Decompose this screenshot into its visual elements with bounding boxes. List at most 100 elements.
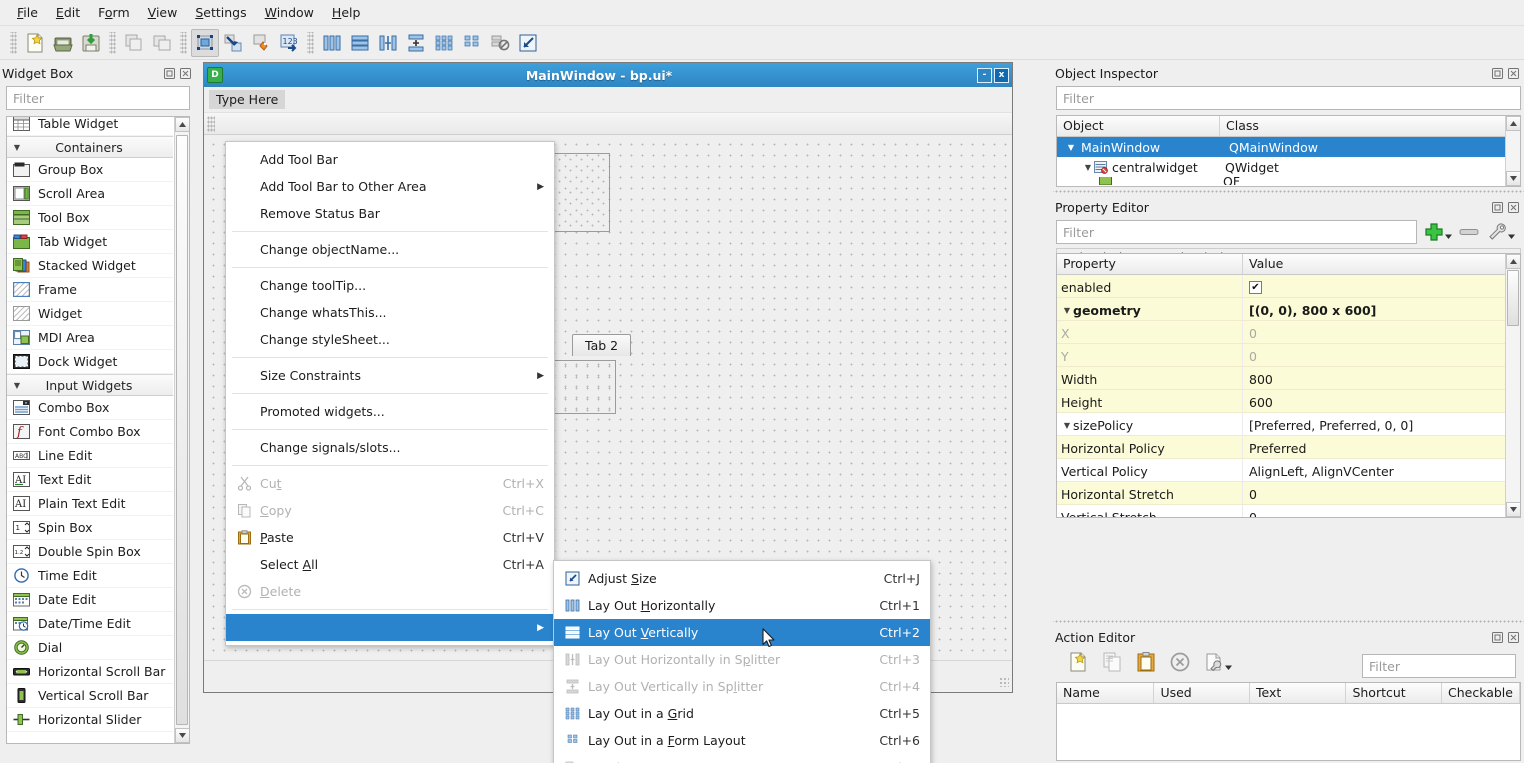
property-editor-table[interactable]: Property Value enabled ✔ ▼ geometry [(0,… bbox=[1056, 253, 1521, 518]
toolbar-grip-3[interactable] bbox=[180, 32, 187, 54]
toolbar-grip-2[interactable] bbox=[109, 32, 116, 54]
object-inspector-scrollbar[interactable] bbox=[1505, 116, 1520, 186]
menu-item-select-all[interactable]: Select All Ctrl+A bbox=[226, 551, 554, 578]
submenu-item-lay-out-in-a-form-layout[interactable]: Lay Out in a Form Layout Ctrl+6 bbox=[554, 727, 930, 754]
menu-view[interactable]: View bbox=[139, 2, 187, 23]
submenu-item-lay-out-horizontally[interactable]: Lay Out Horizontally Ctrl+1 bbox=[554, 592, 930, 619]
widget-item-scroll-area[interactable]: Scroll Area bbox=[7, 182, 173, 206]
scrollbar-thumb[interactable] bbox=[176, 135, 188, 725]
widget-category-containers[interactable]: ▼ Containers bbox=[7, 136, 173, 158]
property-row-width[interactable]: Width 800 bbox=[1057, 367, 1520, 390]
widget-item-tool-box[interactable]: Tool Box bbox=[7, 206, 173, 230]
widget-item-table-widget[interactable]: Table Widget bbox=[7, 116, 173, 136]
object-inspector-filter-input[interactable]: Filter bbox=[1056, 86, 1521, 110]
float-icon[interactable] bbox=[1491, 631, 1504, 644]
widget-item-combo-box[interactable]: Combo Box bbox=[7, 396, 173, 420]
widget-item-text-edit[interactable]: AI Text Edit bbox=[7, 468, 173, 492]
property-value[interactable]: AlignLeft, AlignVCenter bbox=[1243, 459, 1520, 481]
widget-item-dial[interactable]: Dial bbox=[7, 636, 173, 660]
property-row-height[interactable]: Height 600 bbox=[1057, 390, 1520, 413]
widget-item-group-box[interactable]: Group Box bbox=[7, 158, 173, 182]
type-here-placeholder[interactable]: Type Here bbox=[209, 90, 285, 109]
widget-item-tab-widget[interactable]: Tab Widget bbox=[7, 230, 173, 254]
column-header-shortcut[interactable]: Shortcut bbox=[1346, 683, 1442, 703]
chevron-down-icon[interactable]: ▼ bbox=[1061, 421, 1073, 430]
widget-item-date-edit[interactable]: Date Edit bbox=[7, 588, 173, 612]
property-editor-filter-input[interactable]: Filter bbox=[1056, 220, 1417, 244]
chevron-down-icon[interactable]: ▼ bbox=[1065, 143, 1077, 152]
widget-item-stacked-widget[interactable]: Stacked Widget bbox=[7, 254, 173, 278]
float-icon[interactable] bbox=[163, 67, 176, 80]
menu-item-paste[interactable]: Paste Ctrl+V bbox=[226, 524, 554, 551]
scroll-up-icon[interactable] bbox=[1506, 116, 1521, 131]
widget-item-horizontal-scroll-bar[interactable]: Horizontal Scroll Bar bbox=[7, 660, 173, 684]
menu-item-add-tool-bar-other-area[interactable]: Add Tool Bar to Other Area ▶ bbox=[226, 173, 554, 200]
layout-vertical-splitter-icon[interactable] bbox=[402, 29, 430, 57]
widget-item-mdi-area[interactable]: MDI Area bbox=[7, 326, 173, 350]
column-header-name[interactable]: Name bbox=[1057, 683, 1154, 703]
scroll-up-icon[interactable] bbox=[1506, 254, 1521, 269]
widget-item-font-combo-box[interactable]: f Font Combo Box bbox=[7, 420, 173, 444]
menu-item-change-objectname[interactable]: Change objectName... bbox=[226, 236, 554, 263]
property-row-horizontal-stretch[interactable]: Horizontal Stretch 0 bbox=[1057, 482, 1520, 505]
edit-widgets-icon[interactable] bbox=[191, 29, 219, 57]
form-close-button[interactable]: x bbox=[994, 68, 1009, 83]
property-row-sizepolicy[interactable]: ▼ sizePolicy [Preferred, Preferred, 0, 0… bbox=[1057, 413, 1520, 436]
menu-window[interactable]: Window bbox=[256, 2, 323, 23]
submenu-item-lay-out-vertically[interactable]: Lay Out Vertically Ctrl+2 bbox=[554, 619, 930, 646]
layout-submenu[interactable]: Adjust Size Ctrl+J Lay Out Horizontally … bbox=[553, 560, 931, 763]
layout-form-icon[interactable] bbox=[458, 29, 486, 57]
canvas-tab-2-header[interactable]: Tab 2 bbox=[572, 334, 631, 356]
menu-item-add-tool-bar[interactable]: Add Tool Bar bbox=[226, 146, 554, 173]
property-value[interactable]: 0 bbox=[1243, 505, 1520, 518]
action-editor-filter-input[interactable]: Filter bbox=[1362, 654, 1516, 678]
chevron-down-icon[interactable]: ▼ bbox=[1061, 306, 1073, 315]
object-row-centralwidget[interactable]: ▼ centralwidget QWidget bbox=[1057, 157, 1520, 177]
menu-item-remove-status-bar[interactable]: Remove Status Bar bbox=[226, 200, 554, 227]
menu-help[interactable]: Help bbox=[323, 2, 370, 23]
copy-action-icon[interactable] bbox=[1101, 651, 1123, 676]
chevron-down-icon[interactable]: ▼ bbox=[1082, 163, 1094, 172]
dock-splitter-handle[interactable] bbox=[1053, 189, 1524, 194]
form-minimize-button[interactable]: - bbox=[977, 68, 992, 83]
property-row-x[interactable]: X 0 bbox=[1057, 321, 1520, 344]
scroll-down-icon[interactable] bbox=[1506, 171, 1521, 186]
widget-item-line-edit[interactable]: ABC Line Edit bbox=[7, 444, 173, 468]
add-property-button[interactable] bbox=[1423, 221, 1452, 243]
delete-action-icon[interactable] bbox=[1169, 651, 1191, 676]
menu-item-change-tooltip[interactable]: Change toolTip... bbox=[226, 272, 554, 299]
form-size-grip[interactable] bbox=[999, 677, 1009, 687]
configure-property-button[interactable] bbox=[1486, 221, 1515, 243]
column-header-used[interactable]: Used bbox=[1154, 683, 1250, 703]
menu-item-change-whatsthis[interactable]: Change whatsThis... bbox=[226, 299, 554, 326]
property-value[interactable]: 0 bbox=[1243, 344, 1520, 366]
canvas-widget-tab-page-2[interactable] bbox=[548, 360, 616, 414]
widget-item-dock-widget[interactable]: Dock Widget bbox=[7, 350, 173, 374]
float-icon[interactable] bbox=[1491, 201, 1504, 214]
widget-item-plain-text-edit[interactable]: AI Plain Text Edit bbox=[7, 492, 173, 516]
property-row-y[interactable]: Y 0 bbox=[1057, 344, 1520, 367]
property-row-vertical-stretch[interactable]: Vertical Stretch 0 bbox=[1057, 505, 1520, 518]
widget-box-filter-input[interactable]: Filter bbox=[6, 86, 190, 110]
property-value[interactable]: ✔ bbox=[1243, 275, 1520, 297]
menu-file[interactable]: File bbox=[8, 2, 47, 23]
scrollbar-thumb[interactable] bbox=[1507, 270, 1519, 326]
property-value[interactable]: 0 bbox=[1243, 482, 1520, 504]
break-layout-icon[interactable] bbox=[486, 29, 514, 57]
property-row-geometry[interactable]: ▼ geometry [(0, 0), 800 x 600] bbox=[1057, 298, 1520, 321]
close-icon[interactable] bbox=[1507, 67, 1520, 80]
menu-form[interactable]: Form bbox=[89, 2, 139, 23]
property-editor-scrollbar[interactable] bbox=[1505, 254, 1520, 517]
property-value[interactable]: Preferred bbox=[1243, 436, 1520, 458]
property-value[interactable]: 800 bbox=[1243, 367, 1520, 389]
submenu-item-lay-out-in-a-grid[interactable]: Lay Out in a Grid Ctrl+5 bbox=[554, 700, 930, 727]
toolbar-grip[interactable] bbox=[10, 32, 17, 54]
save-form-icon[interactable] bbox=[77, 29, 105, 57]
scroll-down-icon[interactable] bbox=[1506, 502, 1521, 517]
enabled-checkbox[interactable]: ✔ bbox=[1249, 281, 1262, 294]
menu-item-size-constraints[interactable]: Size Constraints ▶ bbox=[226, 362, 554, 389]
menu-edit[interactable]: Edit bbox=[47, 2, 89, 23]
column-header-property[interactable]: Property bbox=[1057, 254, 1243, 274]
widget-box-list[interactable]: Table Widget ▼ Containers Group Box bbox=[6, 116, 190, 744]
property-row-enabled[interactable]: enabled ✔ bbox=[1057, 275, 1520, 298]
